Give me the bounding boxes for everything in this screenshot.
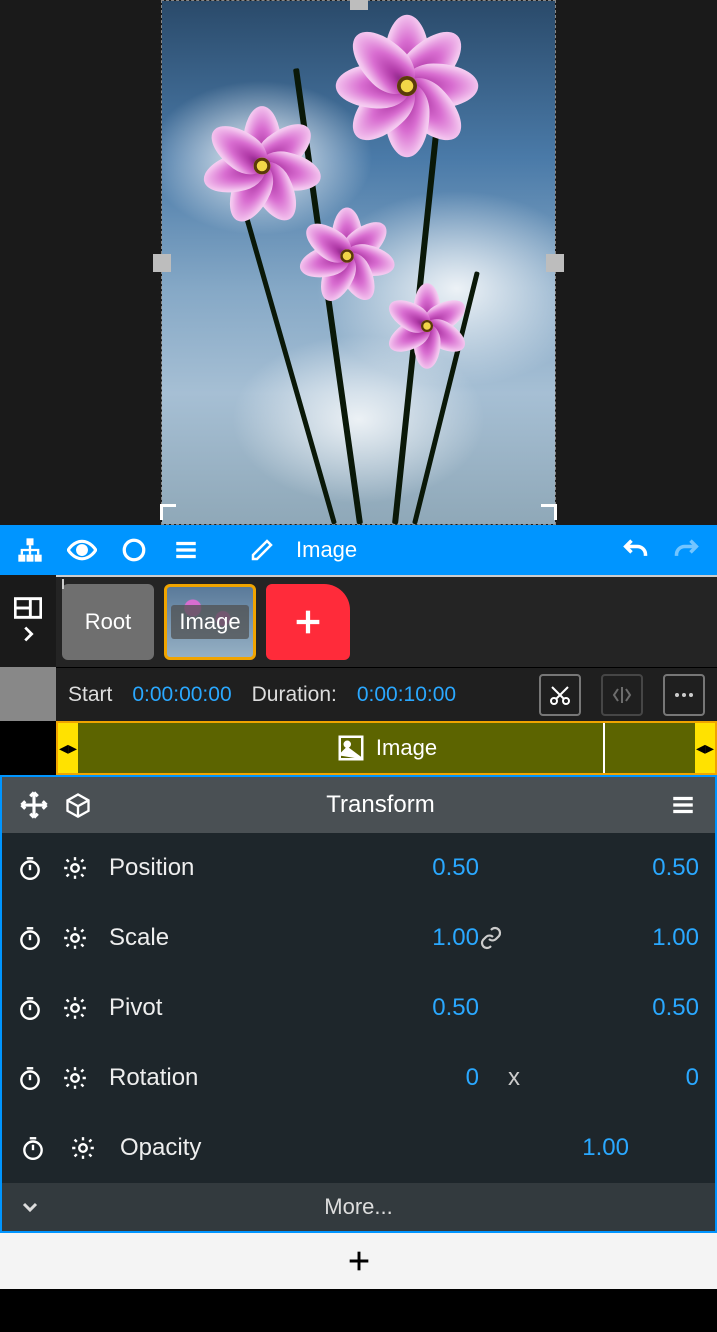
clip-label: Image [376, 735, 437, 761]
position-x-value[interactable]: 0.50 [329, 854, 479, 882]
timeline-info: Start 0:00:00:00 Duration: 0:00:10:00 [56, 667, 717, 721]
stopwatch-icon[interactable] [12, 855, 49, 881]
move-icon[interactable] [12, 783, 56, 827]
selected-image[interactable] [161, 0, 556, 525]
stopwatch-icon[interactable] [12, 925, 49, 951]
menu-icon[interactable] [162, 526, 210, 574]
gear-icon[interactable] [57, 995, 94, 1021]
prop-row-scale: Scale 1.00 1.00 [2, 903, 715, 973]
layer-tab-root[interactable]: Root [62, 584, 154, 660]
cube-icon[interactable] [56, 783, 100, 827]
layer-root-label: Root [85, 609, 131, 635]
resize-handle[interactable] [153, 254, 171, 272]
prop-label: Pivot [101, 994, 321, 1022]
layers-bar: Root Image [0, 575, 717, 667]
rotation-x-value[interactable]: 0 [329, 1064, 479, 1092]
stopwatch-icon[interactable] [12, 1135, 54, 1161]
crop-corner[interactable] [535, 504, 557, 526]
gear-icon[interactable] [62, 1135, 104, 1161]
visibility-icon[interactable] [58, 526, 106, 574]
prop-label: Opacity [112, 1134, 332, 1162]
split-button [601, 674, 643, 716]
rotation-y-value[interactable]: 0 [549, 1064, 699, 1092]
panel-toggle-icon[interactable] [14, 597, 42, 619]
undo-icon[interactable] [611, 526, 659, 574]
prop-label: Rotation [101, 1064, 321, 1092]
plus-icon [345, 1247, 373, 1275]
crop-corner[interactable] [160, 504, 182, 526]
stopwatch-icon[interactable] [12, 995, 49, 1021]
cut-button[interactable] [539, 674, 581, 716]
record-icon[interactable] [110, 526, 158, 574]
duration-value[interactable]: 0:00:10:00 [357, 683, 456, 707]
scale-x-value[interactable]: 1.00 [329, 924, 479, 952]
prop-row-pivot: Pivot 0.50 0.50 [2, 973, 715, 1043]
gear-icon[interactable] [57, 925, 94, 951]
opacity-value[interactable]: 1.00 [582, 1134, 629, 1162]
hierarchy-icon[interactable] [6, 526, 54, 574]
start-value[interactable]: 0:00:00:00 [132, 683, 231, 707]
rotation-separator: x [479, 1064, 549, 1092]
add-layer-button[interactable] [266, 584, 350, 660]
panel-title: Transform [100, 791, 661, 819]
duration-label: Duration: [252, 683, 337, 707]
prop-row-opacity: Opacity 1.00 [2, 1113, 715, 1183]
toolbar-title: Image [296, 537, 607, 563]
link-icon[interactable] [479, 926, 549, 950]
prop-label: Scale [101, 924, 321, 952]
more-button[interactable]: More... [2, 1183, 715, 1231]
clip-handle-right[interactable]: ◂▸ [695, 723, 715, 773]
bottom-add-button[interactable] [0, 1233, 717, 1289]
pivot-y-value[interactable]: 0.50 [549, 994, 699, 1022]
timeline-clip-row: ◂▸ Image ◂▸ [56, 721, 717, 775]
more-options-button[interactable] [663, 674, 705, 716]
pivot-x-value[interactable]: 0.50 [329, 994, 479, 1022]
transform-panel: Transform Position 0.50 0.50 Scale 1.00 … [0, 775, 717, 1233]
start-label: Start [68, 683, 112, 707]
chevron-down-icon [18, 1195, 42, 1219]
stopwatch-icon[interactable] [12, 1065, 49, 1091]
position-y-value[interactable]: 0.50 [549, 854, 699, 882]
gear-icon[interactable] [57, 855, 94, 881]
more-label: More... [324, 1194, 392, 1220]
canvas-preview[interactable] [0, 0, 717, 525]
timeline-grip[interactable] [0, 667, 56, 721]
prop-row-rotation: Rotation 0 x 0 [2, 1043, 715, 1113]
layer-tab-image[interactable]: Image [164, 584, 256, 660]
clip-handle-left[interactable]: ◂▸ [58, 723, 78, 773]
redo-icon[interactable] [663, 526, 711, 574]
gear-icon[interactable] [57, 1065, 94, 1091]
timeline-clip[interactable]: Image [78, 723, 695, 773]
image-icon [336, 733, 366, 763]
main-toolbar: Image [0, 525, 717, 575]
resize-handle[interactable] [350, 0, 368, 10]
layer-image-label: Image [171, 605, 248, 639]
expand-icon[interactable] [17, 623, 39, 645]
edit-icon[interactable] [238, 526, 286, 574]
resize-handle[interactable] [546, 254, 564, 272]
scale-y-value[interactable]: 1.00 [549, 924, 699, 952]
prop-row-position: Position 0.50 0.50 [2, 833, 715, 903]
panel-menu-icon[interactable] [661, 783, 705, 827]
prop-label: Position [101, 854, 321, 882]
